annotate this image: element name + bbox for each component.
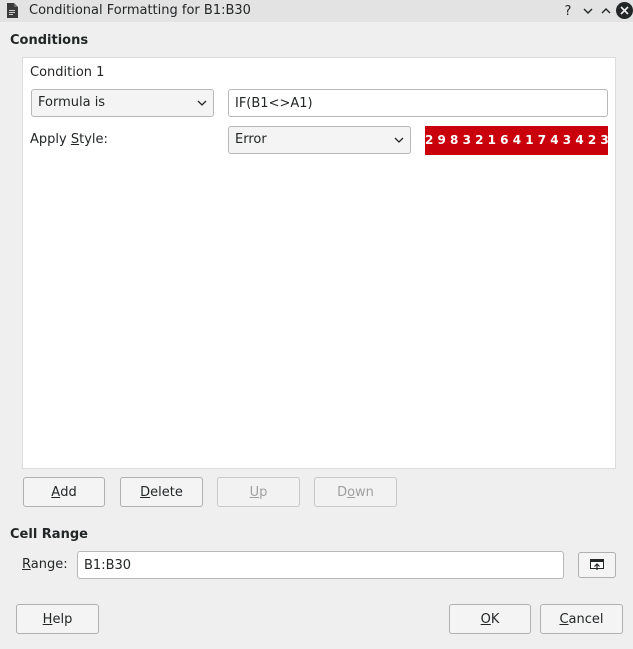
down-button[interactable]: Do wn <box>314 477 397 507</box>
apply-style-label: Apply Style: <box>30 132 108 147</box>
document-icon <box>7 3 18 18</box>
up-button[interactable]: Up <box>217 477 300 507</box>
title-bar: Conditional Formatting for B1:B30 ? <box>0 0 633 22</box>
condition-type-value: Formula is <box>38 95 106 110</box>
chevron-down-icon <box>197 100 207 106</box>
cell-range-heading: Cell Range <box>10 527 88 542</box>
ok-button[interactable]: OK <box>449 604 531 634</box>
maximize-icon[interactable] <box>597 2 615 20</box>
window-title: Conditional Formatting for B1:B30 <box>29 3 251 18</box>
minimize-icon[interactable] <box>579 2 597 20</box>
help-button[interactable]: Help <box>16 604 99 634</box>
range-input[interactable] <box>78 552 563 578</box>
condition-1-label: Condition 1 <box>30 65 105 80</box>
shrink-icon <box>590 559 604 570</box>
style-preview: 2 9 8 3 2 1 6 4 1 7 4 3 4 2 3 10 4 <box>425 126 608 155</box>
apply-style-value: Error <box>235 132 267 147</box>
cancel-button[interactable]: Cancel <box>540 604 623 634</box>
range-label: Range: <box>22 557 68 572</box>
add-button[interactable]: Add <box>23 477 105 507</box>
conditions-heading: Conditions <box>10 33 89 48</box>
chevron-down-icon <box>394 137 404 143</box>
delete-button[interactable]: Delete <box>120 477 203 507</box>
help-icon[interactable]: ? <box>559 2 577 20</box>
shrink-range-button[interactable] <box>578 552 616 578</box>
formula-input-box[interactable] <box>228 89 608 117</box>
apply-style-dropdown[interactable]: Error <box>228 126 411 154</box>
condition-type-dropdown[interactable]: Formula is <box>31 89 214 117</box>
formula-input[interactable] <box>229 90 607 116</box>
range-input-box[interactable] <box>77 551 564 579</box>
conditions-panel <box>22 57 616 469</box>
close-icon[interactable] <box>616 2 633 19</box>
